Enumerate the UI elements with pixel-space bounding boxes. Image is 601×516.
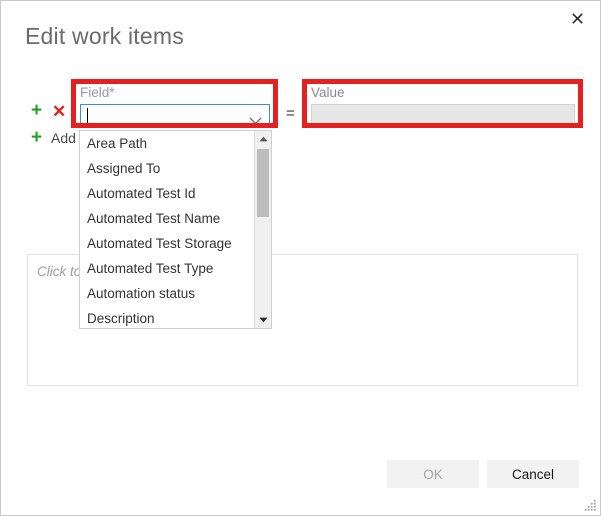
value-label: Value	[311, 85, 345, 100]
scrollbar-thumb[interactable]	[257, 149, 269, 217]
list-item[interactable]: Automated Test Storage	[80, 231, 254, 256]
triangle-up-icon[interactable]	[255, 131, 271, 147]
cross-icon[interactable]: ✕	[52, 102, 66, 121]
field-dropdown-popup: Area Path Assigned To Automated Test Id …	[79, 130, 272, 329]
page-title: Edit work items	[25, 23, 184, 49]
list-item[interactable]: Automated Test Type	[80, 256, 254, 281]
plus-icon[interactable]: +	[31, 101, 42, 120]
resize-grip-icon[interactable]	[584, 499, 597, 512]
operator-equals: =	[286, 105, 295, 122]
dropdown-scrollbar[interactable]	[254, 131, 271, 328]
field-label: Field*	[80, 85, 115, 100]
field-combobox[interactable]	[80, 104, 270, 128]
comment-placeholder: Click to	[37, 264, 82, 279]
value-input[interactable]	[311, 104, 575, 128]
value-group: Value	[311, 85, 575, 128]
chevron-down-icon[interactable]	[249, 112, 262, 130]
edit-work-items-dialog: Edit work items + ✕ + Add Field* = Value	[0, 0, 601, 516]
list-item[interactable]: Automated Test Id	[80, 181, 254, 206]
plus-icon[interactable]: +	[31, 128, 42, 147]
dropdown-list: Area Path Assigned To Automated Test Id …	[80, 131, 254, 328]
add-row-label[interactable]: Add	[51, 130, 76, 146]
list-item[interactable]: Automated Test Name	[80, 206, 254, 231]
text-caret	[87, 108, 88, 125]
close-icon[interactable]	[562, 5, 592, 31]
list-item[interactable]: Assigned To	[80, 156, 254, 181]
field-group: Field*	[80, 85, 270, 128]
dialog-titlebar: Edit work items	[1, 1, 600, 59]
ok-button[interactable]: OK	[387, 460, 479, 488]
list-item[interactable]: Area Path	[80, 131, 254, 156]
list-item[interactable]: Description	[80, 306, 254, 328]
list-item[interactable]: Automation status	[80, 281, 254, 306]
triangle-down-icon[interactable]	[255, 312, 271, 328]
cancel-button[interactable]: Cancel	[487, 460, 579, 488]
